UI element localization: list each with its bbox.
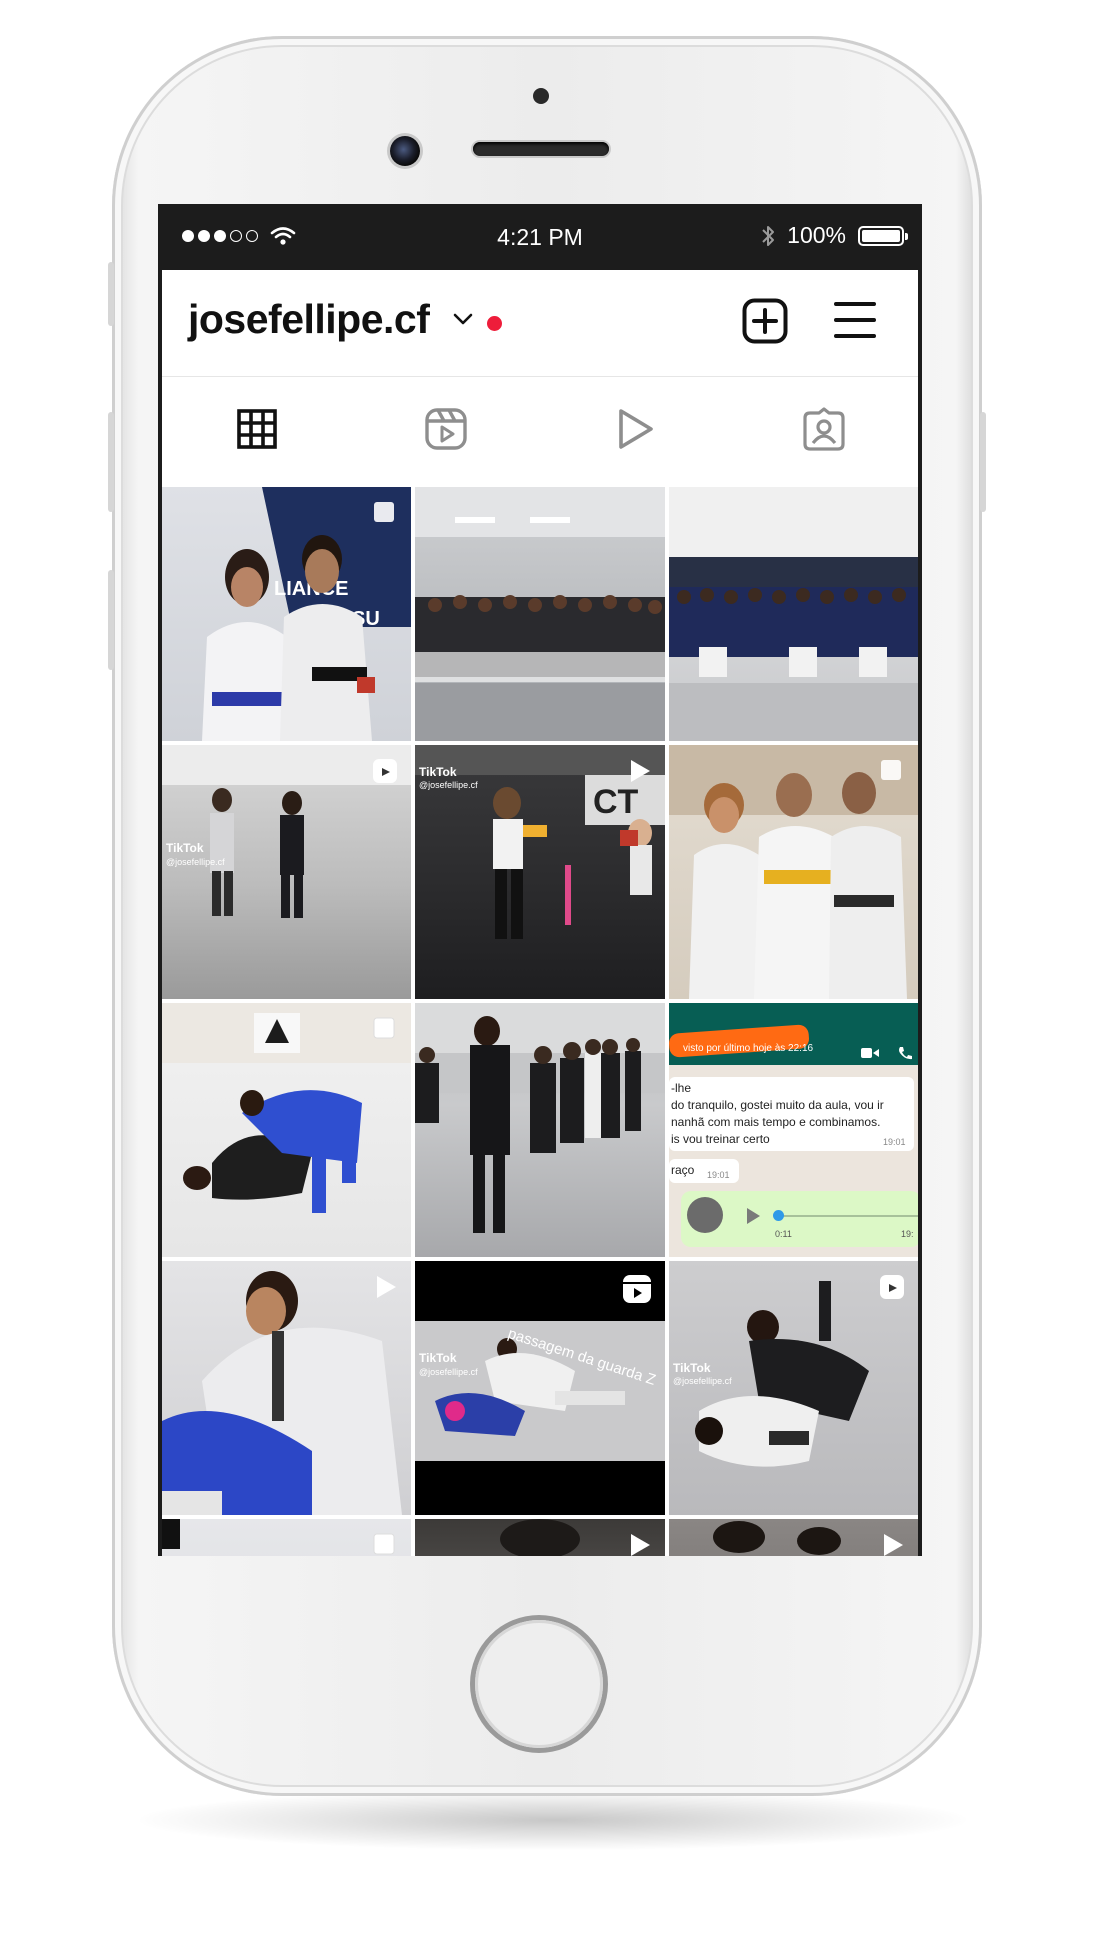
grid-post-12[interactable]: TikTok @josefellipe.cf — [669, 1261, 918, 1515]
chevron-down-icon[interactable] — [452, 310, 474, 328]
grid-post-2[interactable] — [415, 487, 665, 741]
grid-post-15[interactable] — [669, 1519, 918, 1556]
play-icon — [631, 1534, 650, 1556]
chat-line-2: do tranquilo, gostei muito da aula, vou … — [671, 1098, 884, 1112]
phone-call-icon — [899, 1047, 912, 1060]
carousel-icon — [373, 1533, 395, 1555]
battery-icon — [858, 225, 908, 246]
audio-timestamp: 19: — [901, 1229, 914, 1239]
tagged-person-icon — [802, 407, 845, 451]
tiktok-watermark: TikTok — [166, 841, 204, 855]
grid-post-6[interactable] — [669, 745, 918, 999]
reels-icon — [373, 759, 397, 783]
mute-switch — [108, 262, 114, 326]
play-icon — [631, 760, 650, 782]
chat-line-4: is vou treinar certo — [671, 1132, 770, 1146]
chat-msg-2: raço — [671, 1163, 695, 1177]
proximity-sensor — [533, 88, 549, 104]
front-camera — [390, 136, 420, 166]
grid-post-14[interactable] — [415, 1519, 665, 1556]
bluetooth-icon — [762, 225, 775, 246]
carousel-icon — [373, 1017, 395, 1039]
post-photo — [415, 1003, 665, 1233]
tiktok-handle: @josefellipe.cf — [419, 780, 478, 790]
tab-videos[interactable] — [540, 376, 729, 482]
grid-post-8[interactable] — [415, 1003, 665, 1257]
instagram-profile: josefellipe.cf LIANCE SU TikTok @josefel… — [162, 270, 918, 1556]
tab-posts[interactable] — [162, 376, 351, 482]
volume-down-button — [108, 570, 114, 670]
svg-text:CT: CT — [593, 783, 639, 821]
plus-square-icon[interactable] — [742, 298, 788, 344]
avatar — [687, 1197, 723, 1233]
grid-post-7[interactable] — [162, 1003, 411, 1257]
grid-icon — [236, 409, 277, 449]
tiktok-watermark: TikTok — [419, 765, 457, 779]
carousel-icon — [881, 760, 901, 780]
reels-icon — [623, 1275, 651, 1303]
post-photo — [669, 487, 918, 741]
post-photo — [415, 487, 665, 741]
audio-duration: 0:11 — [775, 1229, 792, 1239]
play-icon — [377, 1276, 396, 1298]
play-icon — [618, 409, 653, 449]
reels-icon — [880, 1275, 904, 1299]
profile-tabs — [162, 376, 918, 589]
video-call-icon — [861, 1048, 879, 1058]
tiktok-handle: @josefellipe.cf — [419, 1367, 478, 1377]
grid-post-13[interactable] — [162, 1519, 411, 1556]
grid-post-3[interactable] — [669, 487, 918, 741]
chat-line-3: nanhã com mais tempo e combinamos. — [671, 1115, 881, 1129]
volume-up-button — [108, 412, 114, 512]
tiktok-watermark: TikTok — [419, 1351, 457, 1365]
tiktok-watermark: TikTok — [673, 1361, 711, 1375]
carousel-icon — [374, 502, 394, 522]
chat-time-2: 19:01 — [707, 1170, 730, 1180]
home-button[interactable] — [475, 1620, 603, 1748]
grid-post-9-chat-screenshot[interactable]: visto por último hoje às 22:16 -lhe do t… — [669, 1003, 918, 1257]
profile-username[interactable]: josefellipe.cf — [188, 296, 430, 343]
phone-screen: 4:21 PM 100% josefellipe.cf LIANCE SU Ti… — [158, 204, 922, 1556]
status-bar: 4:21 PM 100% — [158, 204, 922, 270]
chat-line-1: -lhe — [671, 1081, 692, 1095]
tab-tagged[interactable] — [729, 376, 918, 482]
posts-grid: LIANCE SU TikTok @josefellipe.cf CT TikT… — [162, 487, 918, 1556]
hamburger-menu-icon[interactable] — [834, 300, 876, 340]
notification-dot — [487, 316, 502, 331]
tab-reels[interactable] — [351, 376, 540, 482]
grid-post-11[interactable]: passagem da guarda Z TikTok @josefellipe… — [415, 1261, 665, 1515]
phone-shadow — [140, 1790, 966, 1850]
audio-progress-knob — [773, 1210, 784, 1221]
earpiece-speaker — [473, 142, 609, 156]
play-icon — [747, 1208, 760, 1224]
power-button — [980, 412, 986, 512]
chat-last-seen: visto por último hoje às 22:16 — [683, 1043, 814, 1054]
battery-percent: 100% — [787, 222, 846, 248]
tiktok-handle: @josefellipe.cf — [673, 1376, 732, 1386]
tiktok-handle: @josefellipe.cf — [166, 857, 225, 867]
grid-post-10[interactable] — [162, 1261, 411, 1515]
reels-icon — [424, 408, 467, 450]
play-icon — [884, 1534, 903, 1556]
chat-time-1: 19:01 — [883, 1137, 906, 1147]
profile-header: josefellipe.cf — [162, 270, 918, 377]
grid-post-5[interactable]: CT TikTok @josefellipe.cf — [415, 745, 665, 999]
grid-post-4[interactable]: TikTok @josefellipe.cf — [162, 745, 411, 999]
audio-progress-track — [775, 1215, 918, 1217]
grid-post-1[interactable]: LIANCE SU — [162, 487, 411, 741]
